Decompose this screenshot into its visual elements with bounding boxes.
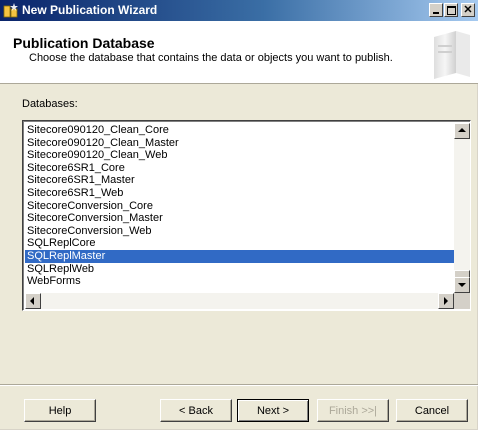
title-bar[interactable]: New Publication Wizard ✕	[0, 0, 478, 21]
page-title: Publication Database	[13, 35, 155, 51]
database-list-item[interactable]: Sitecore090120_Clean_Core	[25, 124, 455, 137]
database-list-item[interactable]: Sitecore090120_Clean_Web	[25, 149, 455, 162]
help-button[interactable]: Help	[24, 399, 96, 422]
database-list-item[interactable]: SQLReplWeb	[25, 263, 455, 276]
database-list-item[interactable]: SitecoreConversion_Master	[25, 212, 455, 225]
window-title: New Publication Wizard	[22, 3, 158, 17]
close-button[interactable]: ✕	[461, 3, 475, 17]
cancel-button[interactable]: Cancel	[396, 399, 468, 422]
horizontal-scrollbar[interactable]	[25, 293, 454, 309]
arrow-left-icon	[30, 297, 34, 305]
scroll-right-button[interactable]	[438, 293, 454, 309]
database-list-item[interactable]: Sitecore6SR1_Master	[25, 174, 455, 187]
arrow-up-icon	[458, 128, 466, 132]
database-list-item[interactable]: Sitecore6SR1_Web	[25, 187, 455, 200]
database-list-item[interactable]: Sitecore6SR1_Core	[25, 162, 455, 175]
scrollbar-corner	[454, 293, 470, 309]
scroll-down-button[interactable]	[454, 277, 470, 293]
minimize-icon	[433, 12, 439, 14]
back-button[interactable]: < Back	[160, 399, 232, 422]
minimize-button[interactable]	[429, 3, 443, 17]
vertical-scrollbar[interactable]	[454, 123, 470, 293]
databases-label: Databases:	[22, 98, 78, 110]
maximize-button[interactable]	[444, 3, 458, 17]
book-graphic-icon	[434, 31, 470, 79]
database-list: Sitecore090120_Clean_Core Sitecore090120_…	[25, 124, 455, 288]
wizard-window: New Publication Wizard ✕ Publication Dat…	[0, 0, 478, 430]
scroll-up-button[interactable]	[454, 123, 470, 139]
database-list-item[interactable]: SitecoreConversion_Web	[25, 225, 455, 238]
database-list-item[interactable]: WebForms	[25, 275, 455, 288]
wizard-icon	[3, 3, 18, 18]
close-icon: ✕	[463, 4, 473, 16]
database-list-item[interactable]: SitecoreConversion_Core	[25, 200, 455, 213]
footer-divider-highlight	[0, 385, 478, 386]
database-list-item[interactable]: Sitecore090120_Clean_Master	[25, 137, 455, 150]
arrow-down-icon	[458, 283, 466, 287]
wizard-header: Publication Database Choose the database…	[0, 21, 478, 84]
database-listbox[interactable]: Sitecore090120_Clean_Core Sitecore090120_…	[22, 120, 471, 311]
database-list-item[interactable]: SQLReplCore	[25, 237, 455, 250]
database-list-item[interactable]: SQLReplMaster	[25, 249, 455, 263]
next-button[interactable]: Next >	[237, 399, 309, 422]
page-subtitle: Choose the database that contains the da…	[29, 52, 393, 64]
scroll-left-button[interactable]	[25, 293, 41, 309]
arrow-right-icon	[444, 297, 448, 305]
finish-button[interactable]: Finish >>|	[317, 399, 389, 422]
maximize-icon	[447, 6, 456, 15]
